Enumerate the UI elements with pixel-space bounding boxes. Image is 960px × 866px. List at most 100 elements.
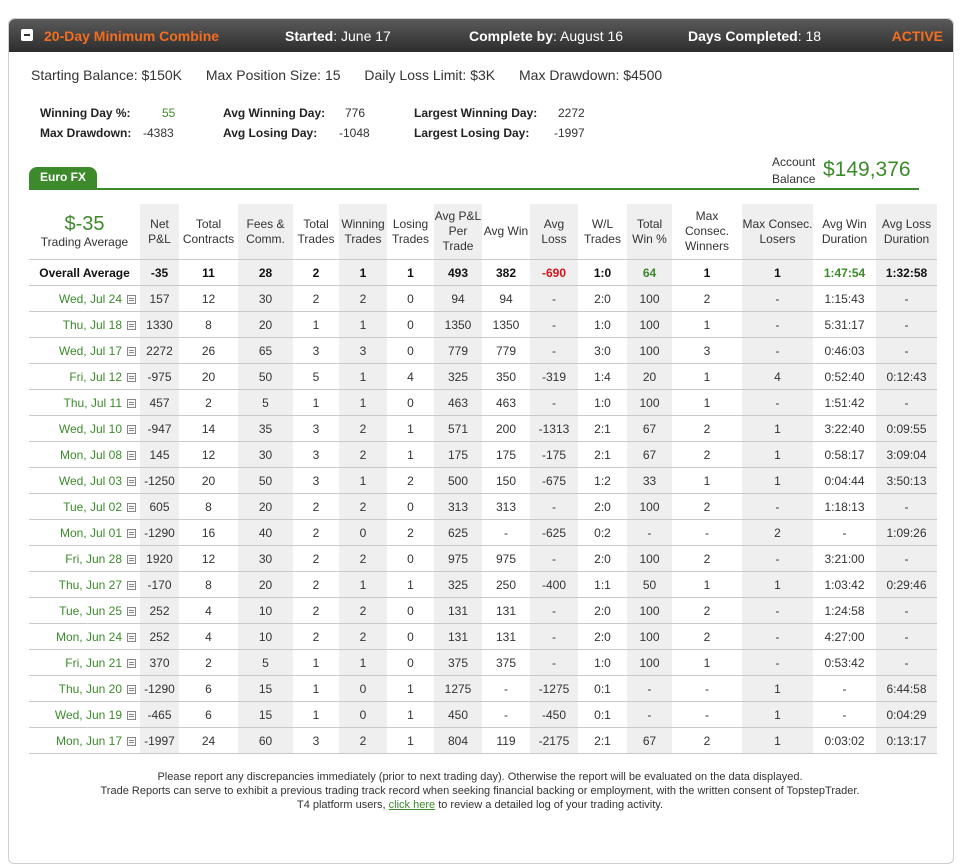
row-date-cell[interactable]: Thu, Jul 18 <box>29 311 140 338</box>
table-cell: 1 <box>293 311 339 338</box>
row-date-cell[interactable]: Tue, Jun 25 <box>29 597 140 624</box>
overall-average-row: Overall Average -35 11 28 2 1 1 493 382 … <box>29 259 937 286</box>
largest-losing-day-label: Largest Losing Day: <box>414 126 530 140</box>
row-date-cell[interactable]: Thu, Jul 11 <box>29 389 140 416</box>
row-date[interactable]: Thu, Jul 18 <box>63 318 122 332</box>
row-date-cell[interactable]: Fri, Jun 28 <box>29 545 140 572</box>
table-cell: 0:04:44 <box>813 467 876 494</box>
report-icon[interactable] <box>127 554 136 564</box>
report-icon[interactable] <box>127 658 136 668</box>
report-icon[interactable] <box>127 398 136 408</box>
row-date-cell[interactable]: Wed, Jul 24 <box>29 285 140 312</box>
row-date[interactable]: Mon, Jun 24 <box>56 630 122 644</box>
table-cell: - <box>876 337 937 364</box>
table-cell: 5 <box>293 363 339 390</box>
table-cell: 0 <box>387 337 434 364</box>
col-fees-comm: Fees & Comm. <box>238 204 293 260</box>
row-date-cell[interactable]: Fri, Jun 21 <box>29 649 140 676</box>
table-cell: 375 <box>434 649 482 676</box>
report-icon[interactable] <box>127 294 136 304</box>
row-date[interactable]: Wed, Jul 03 <box>59 474 122 488</box>
row-date[interactable]: Tue, Jul 02 <box>63 500 122 514</box>
report-icon[interactable] <box>127 528 136 538</box>
report-icon[interactable] <box>127 320 136 330</box>
collapse-icon[interactable] <box>21 29 33 41</box>
avg-losing-day-label: Avg Losing Day: <box>223 126 318 140</box>
row-date-cell[interactable]: Mon, Jul 08 <box>29 441 140 468</box>
col-losing-trades: Losing Trades <box>392 216 429 246</box>
row-date-cell[interactable]: Wed, Jul 03 <box>29 467 140 494</box>
row-date[interactable]: Fri, Jun 21 <box>65 656 122 670</box>
table-row: Tue, Jul 02 605 8 20 2 2 0 313 313-2:0 100 2-1:18:… <box>29 493 937 520</box>
row-date[interactable]: Wed, Jul 17 <box>59 344 122 358</box>
table-cell: 94 <box>434 285 482 312</box>
winning-day-value: 55 <box>162 106 176 120</box>
table-cell: -1997 <box>140 727 179 754</box>
table-cell: 3:21:00 <box>813 545 876 572</box>
table-cell: - <box>672 675 742 702</box>
table-cell: - <box>672 519 742 546</box>
table-cell: -1290 <box>140 519 179 546</box>
report-icon[interactable] <box>127 736 136 746</box>
row-date-cell[interactable]: Wed, Jun 19 <box>29 701 140 728</box>
row-date[interactable]: Wed, Jul 24 <box>59 292 122 306</box>
trading-average-label: Trading Average <box>40 235 129 249</box>
report-icon[interactable] <box>127 580 136 590</box>
table-cell: 2:0 <box>578 623 627 650</box>
report-icon[interactable] <box>127 502 136 512</box>
row-date[interactable]: Mon, Jul 01 <box>60 526 122 540</box>
table-cell: 0:1 <box>578 701 627 728</box>
row-date-cell[interactable]: Thu, Jun 27 <box>29 571 140 598</box>
row-date-cell[interactable]: Tue, Jul 02 <box>29 493 140 520</box>
row-date-cell[interactable]: Mon, Jul 01 <box>29 519 140 546</box>
table-cell: - <box>876 545 937 572</box>
row-date[interactable]: Tue, Jun 25 <box>59 604 122 618</box>
table-cell: 457 <box>140 389 179 416</box>
row-date-cell[interactable]: Wed, Jul 17 <box>29 337 140 364</box>
table-cell: 175 <box>434 441 482 468</box>
tab-euro-fx[interactable]: Euro FX <box>29 167 97 188</box>
row-date[interactable]: Fri, Jul 12 <box>69 370 122 384</box>
report-icon[interactable] <box>127 346 136 356</box>
table-cell: -1290 <box>140 675 179 702</box>
table-cell: - <box>627 519 672 546</box>
table-cell: 3:50:13 <box>876 467 937 494</box>
table-cell: 0 <box>387 389 434 416</box>
row-date-cell[interactable]: Mon, Jun 17 <box>29 727 140 754</box>
report-icon[interactable] <box>127 606 136 616</box>
daily-loss-limit: Daily Loss Limit: $3K <box>364 67 496 83</box>
table-cell: - <box>530 649 578 676</box>
report-icon[interactable] <box>127 450 136 460</box>
table-cell: 50 <box>238 363 293 390</box>
table-cell: 20 <box>238 571 293 598</box>
row-date-cell[interactable]: Wed, Jul 10 <box>29 415 140 442</box>
table-cell: 0:29:46 <box>876 571 937 598</box>
report-icon[interactable] <box>127 424 136 434</box>
click-here-link[interactable]: click here <box>389 799 435 811</box>
footer-line-2: Trade Reports can serve to exhibit a pre… <box>100 785 860 797</box>
table-row: Thu, Jun 27 -170 8 20 2 1 1 325 250 -400 1:1 50 1 1 1:… <box>29 571 937 598</box>
report-icon[interactable] <box>127 476 136 486</box>
table-cell: 1 <box>387 571 434 598</box>
row-date[interactable]: Thu, Jul 11 <box>64 396 122 410</box>
row-date-cell[interactable]: Thu, Jun 20 <box>29 675 140 702</box>
table-cell: 30 <box>238 285 293 312</box>
row-date[interactable]: Fri, Jun 28 <box>65 552 122 566</box>
row-date-cell[interactable]: Fri, Jul 12 <box>29 363 140 390</box>
table-cell: 1 <box>387 727 434 754</box>
row-date[interactable]: Mon, Jun 17 <box>56 734 122 748</box>
table-cell: - <box>742 337 813 364</box>
row-date[interactable]: Mon, Jul 08 <box>60 448 122 462</box>
report-icon[interactable] <box>127 632 136 642</box>
row-date-cell[interactable]: Mon, Jun 24 <box>29 623 140 650</box>
avg-winning-day-label: Avg Winning Day: <box>223 106 326 120</box>
row-date[interactable]: Wed, Jun 19 <box>55 708 122 722</box>
row-date[interactable]: Thu, Jun 27 <box>59 578 122 592</box>
report-icon[interactable] <box>127 684 136 694</box>
report-icon[interactable] <box>127 710 136 720</box>
row-date[interactable]: Thu, Jun 20 <box>59 682 122 696</box>
row-date[interactable]: Wed, Jul 10 <box>59 422 122 436</box>
report-icon[interactable] <box>127 372 136 382</box>
table-cell: 0:09:55 <box>876 415 937 442</box>
table-cell: 2 <box>293 623 339 650</box>
